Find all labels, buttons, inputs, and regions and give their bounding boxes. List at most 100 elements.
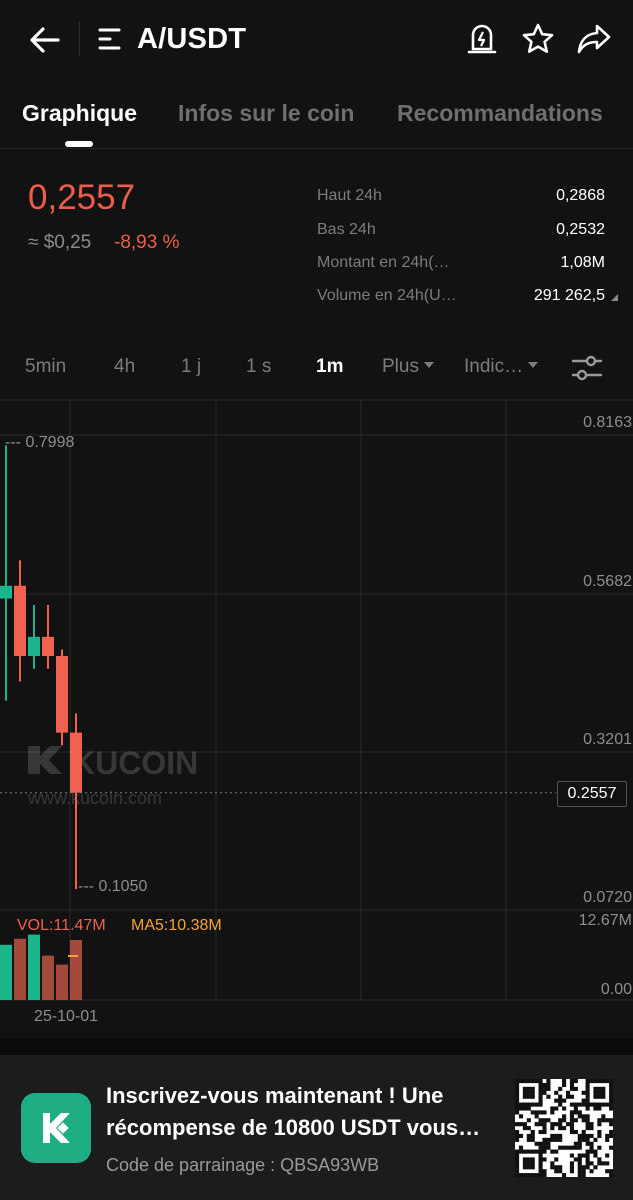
qr-module	[577, 1133, 582, 1138]
qr-module	[522, 1086, 527, 1091]
qr-module	[558, 1098, 563, 1103]
qr-module	[515, 1173, 520, 1177]
qr-module	[585, 1079, 590, 1084]
qr-module	[601, 1090, 606, 1095]
qr-module	[515, 1122, 520, 1127]
qr-module	[530, 1079, 535, 1084]
stat-value-high: 0,2868	[556, 187, 605, 204]
tab-recommendations[interactable]: Recommandations	[397, 100, 603, 127]
qr-module	[538, 1082, 543, 1088]
qr-module	[534, 1110, 539, 1115]
y-tick-label: 0.0720	[583, 889, 632, 906]
stat-label-volume[interactable]: Volume en 24h(U…	[317, 287, 457, 305]
qr-module	[562, 1114, 567, 1119]
qr-module	[530, 1137, 535, 1142]
qr-module	[515, 1086, 520, 1091]
menu-lines-icon[interactable]	[97, 26, 125, 52]
qr-module	[530, 1149, 535, 1154]
qr-module	[538, 1079, 543, 1084]
qr-module	[546, 1094, 551, 1099]
interval-more-dropdown[interactable]: Plus	[382, 356, 434, 378]
qr-module	[609, 1086, 613, 1091]
candlestick-chart[interactable]: KUCOIN www.kucoin.com	[0, 398, 633, 1038]
qr-module	[569, 1153, 574, 1158]
qr-module	[542, 1086, 547, 1091]
qr-module	[597, 1090, 602, 1095]
qr-module	[558, 1118, 563, 1123]
qr-module	[589, 1149, 594, 1154]
tab-chart[interactable]: Graphique	[22, 100, 137, 127]
qr-module	[562, 1082, 567, 1088]
qr-module	[601, 1102, 606, 1107]
qr-module	[558, 1126, 563, 1131]
qr-module	[577, 1141, 582, 1146]
qr-module	[569, 1110, 574, 1115]
qr-module	[554, 1137, 559, 1142]
qr-module	[522, 1079, 527, 1084]
qr-module	[515, 1137, 520, 1142]
top-bar: A/USDT	[0, 0, 633, 80]
qr-module	[518, 1133, 524, 1138]
interval-5min[interactable]: 5min	[25, 356, 66, 378]
qr-module	[577, 1145, 582, 1150]
qr-module	[605, 1118, 610, 1123]
qr-module	[585, 1098, 590, 1103]
qr-module	[585, 1165, 590, 1170]
volume-toggle-icon[interactable]	[609, 292, 619, 302]
qr-module	[515, 1082, 520, 1088]
qr-module	[569, 1161, 574, 1166]
qr-module	[569, 1079, 574, 1084]
qr-module	[542, 1110, 547, 1115]
qr-module	[573, 1110, 578, 1115]
qr-module	[542, 1157, 547, 1162]
qr-module	[562, 1173, 567, 1177]
qr-module	[538, 1086, 543, 1091]
interval-1m[interactable]: 1m	[316, 356, 343, 378]
qr-module	[577, 1102, 582, 1107]
qr-module	[601, 1086, 606, 1091]
indicators-dropdown[interactable]: Indic…	[464, 356, 539, 378]
tab-coin-info[interactable]: Infos sur le coin	[178, 100, 354, 127]
qr-module	[515, 1094, 520, 1099]
qr-module	[542, 1126, 547, 1131]
qr-module	[562, 1118, 567, 1123]
interval-4h[interactable]: 4h	[114, 356, 135, 378]
qr-module	[526, 1149, 531, 1154]
kucoin-logo-icon	[43, 1113, 70, 1143]
pair-title[interactable]: A/USDT	[137, 23, 246, 56]
qr-module	[522, 1090, 527, 1095]
qr-module	[585, 1102, 590, 1107]
share-icon[interactable]	[576, 22, 612, 56]
qr-module	[562, 1079, 567, 1084]
qr-module	[522, 1161, 527, 1166]
qr-module	[573, 1129, 578, 1135]
qr-module	[569, 1145, 574, 1150]
qr-module	[515, 1129, 520, 1135]
qr-module	[530, 1173, 535, 1177]
qr-module	[530, 1165, 535, 1170]
qr-module	[515, 1153, 520, 1158]
qr-module	[581, 1102, 586, 1107]
favorite-star-icon[interactable]	[521, 22, 555, 56]
qr-module	[593, 1102, 598, 1107]
qr-module	[526, 1173, 531, 1177]
interval-1d[interactable]: 1 j	[181, 356, 201, 378]
qr-module	[550, 1110, 555, 1115]
qr-module	[593, 1106, 598, 1111]
qr-module	[565, 1090, 571, 1095]
last-price: 0,2557	[28, 178, 136, 217]
qr-module	[526, 1165, 531, 1170]
high-marker: --- 0.7998	[5, 434, 75, 451]
volume-bar	[0, 944, 12, 1000]
high-marker-value: 0.7998	[25, 434, 75, 451]
qr-module	[585, 1082, 590, 1088]
price-alert-icon[interactable]	[466, 21, 498, 57]
back-arrow-icon[interactable]	[28, 24, 64, 56]
qr-module	[546, 1137, 551, 1142]
chart-settings-icon[interactable]	[571, 354, 603, 382]
qr-module	[515, 1098, 520, 1103]
qr-module	[526, 1137, 531, 1142]
qr-module	[609, 1106, 613, 1111]
interval-1w[interactable]: 1 s	[246, 356, 271, 378]
qr-module	[605, 1153, 610, 1158]
